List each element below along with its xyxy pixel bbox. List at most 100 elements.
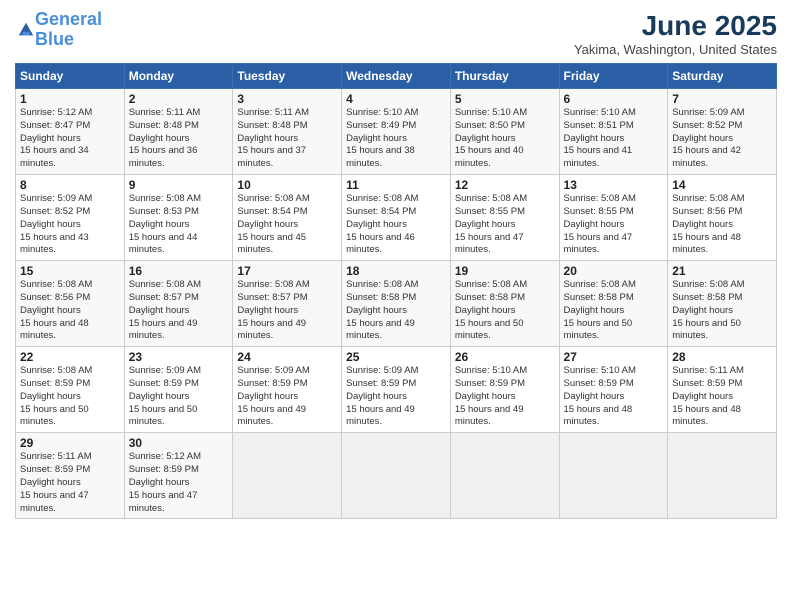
cell-week2-day2: 9 Sunrise: 5:08 AM Sunset: 8:53 PM Dayli… <box>124 175 233 261</box>
day-info: Sunrise: 5:08 AM Sunset: 8:54 PM Dayligh… <box>237 193 337 257</box>
cell-week1-day6: 6 Sunrise: 5:10 AM Sunset: 8:51 PM Dayli… <box>559 89 668 175</box>
day-number: 1 <box>20 92 120 106</box>
cell-week3-day7: 21 Sunrise: 5:08 AM Sunset: 8:58 PM Dayl… <box>668 261 777 347</box>
day-number: 22 <box>20 350 120 364</box>
day-number: 29 <box>20 436 120 450</box>
general-blue-logo-icon <box>17 21 35 39</box>
day-number: 18 <box>346 264 446 278</box>
cell-week3-day4: 18 Sunrise: 5:08 AM Sunset: 8:58 PM Dayl… <box>342 261 451 347</box>
logo-text: General Blue <box>35 10 102 50</box>
cell-week5-day2: 30 Sunrise: 5:12 AM Sunset: 8:59 PM Dayl… <box>124 433 233 519</box>
week-row-4: 22 Sunrise: 5:08 AM Sunset: 8:59 PM Dayl… <box>16 347 777 433</box>
day-number: 14 <box>672 178 772 192</box>
cell-week2-day4: 11 Sunrise: 5:08 AM Sunset: 8:54 PM Dayl… <box>342 175 451 261</box>
cell-week4-day5: 26 Sunrise: 5:10 AM Sunset: 8:59 PM Dayl… <box>450 347 559 433</box>
col-friday: Friday <box>559 64 668 89</box>
day-number: 5 <box>455 92 555 106</box>
day-info: Sunrise: 5:10 AM Sunset: 8:51 PM Dayligh… <box>564 107 664 171</box>
cell-week2-day5: 12 Sunrise: 5:08 AM Sunset: 8:55 PM Dayl… <box>450 175 559 261</box>
day-number: 26 <box>455 350 555 364</box>
day-number: 4 <box>346 92 446 106</box>
cell-week1-day1: 1 Sunrise: 5:12 AM Sunset: 8:47 PM Dayli… <box>16 89 125 175</box>
day-info: Sunrise: 5:08 AM Sunset: 8:58 PM Dayligh… <box>455 279 555 343</box>
week-row-5: 29 Sunrise: 5:11 AM Sunset: 8:59 PM Dayl… <box>16 433 777 519</box>
day-number: 7 <box>672 92 772 106</box>
cell-week1-day5: 5 Sunrise: 5:10 AM Sunset: 8:50 PM Dayli… <box>450 89 559 175</box>
day-number: 13 <box>564 178 664 192</box>
cell-week3-day6: 20 Sunrise: 5:08 AM Sunset: 8:58 PM Dayl… <box>559 261 668 347</box>
day-info: Sunrise: 5:08 AM Sunset: 8:53 PM Dayligh… <box>129 193 229 257</box>
month-year: June 2025 <box>574 10 777 42</box>
day-info: Sunrise: 5:10 AM Sunset: 8:49 PM Dayligh… <box>346 107 446 171</box>
cell-week4-day4: 25 Sunrise: 5:09 AM Sunset: 8:59 PM Dayl… <box>342 347 451 433</box>
day-number: 17 <box>237 264 337 278</box>
cell-week3-day5: 19 Sunrise: 5:08 AM Sunset: 8:58 PM Dayl… <box>450 261 559 347</box>
day-info: Sunrise: 5:08 AM Sunset: 8:56 PM Dayligh… <box>672 193 772 257</box>
day-number: 27 <box>564 350 664 364</box>
day-number: 21 <box>672 264 772 278</box>
day-number: 6 <box>564 92 664 106</box>
day-number: 15 <box>20 264 120 278</box>
header-row: Sunday Monday Tuesday Wednesday Thursday… <box>16 64 777 89</box>
col-saturday: Saturday <box>668 64 777 89</box>
logo-line1: General <box>35 9 102 29</box>
cell-week5-day4 <box>342 433 451 519</box>
day-info: Sunrise: 5:09 AM Sunset: 8:52 PM Dayligh… <box>672 107 772 171</box>
col-sunday: Sunday <box>16 64 125 89</box>
cell-week5-day1: 29 Sunrise: 5:11 AM Sunset: 8:59 PM Dayl… <box>16 433 125 519</box>
day-info: Sunrise: 5:09 AM Sunset: 8:59 PM Dayligh… <box>237 365 337 429</box>
day-info: Sunrise: 5:12 AM Sunset: 8:47 PM Dayligh… <box>20 107 120 171</box>
cell-week5-day6 <box>559 433 668 519</box>
day-info: Sunrise: 5:11 AM Sunset: 8:48 PM Dayligh… <box>129 107 229 171</box>
cell-week5-day7 <box>668 433 777 519</box>
day-number: 3 <box>237 92 337 106</box>
cell-week2-day1: 8 Sunrise: 5:09 AM Sunset: 8:52 PM Dayli… <box>16 175 125 261</box>
calendar: Sunday Monday Tuesday Wednesday Thursday… <box>15 63 777 519</box>
day-number: 20 <box>564 264 664 278</box>
col-tuesday: Tuesday <box>233 64 342 89</box>
page: General Blue June 2025 Yakima, Washingto… <box>0 0 792 612</box>
cell-week3-day2: 16 Sunrise: 5:08 AM Sunset: 8:57 PM Dayl… <box>124 261 233 347</box>
cell-week4-day7: 28 Sunrise: 5:11 AM Sunset: 8:59 PM Dayl… <box>668 347 777 433</box>
col-thursday: Thursday <box>450 64 559 89</box>
day-info: Sunrise: 5:08 AM Sunset: 8:54 PM Dayligh… <box>346 193 446 257</box>
day-number: 9 <box>129 178 229 192</box>
cell-week1-day3: 3 Sunrise: 5:11 AM Sunset: 8:48 PM Dayli… <box>233 89 342 175</box>
day-info: Sunrise: 5:12 AM Sunset: 8:59 PM Dayligh… <box>129 451 229 515</box>
calendar-body: 1 Sunrise: 5:12 AM Sunset: 8:47 PM Dayli… <box>16 89 777 519</box>
day-info: Sunrise: 5:08 AM Sunset: 8:56 PM Dayligh… <box>20 279 120 343</box>
cell-week5-day5 <box>450 433 559 519</box>
cell-week1-day2: 2 Sunrise: 5:11 AM Sunset: 8:48 PM Dayli… <box>124 89 233 175</box>
day-number: 10 <box>237 178 337 192</box>
day-info: Sunrise: 5:10 AM Sunset: 8:59 PM Dayligh… <box>455 365 555 429</box>
week-row-3: 15 Sunrise: 5:08 AM Sunset: 8:56 PM Dayl… <box>16 261 777 347</box>
day-number: 12 <box>455 178 555 192</box>
day-info: Sunrise: 5:08 AM Sunset: 8:55 PM Dayligh… <box>455 193 555 257</box>
day-number: 16 <box>129 264 229 278</box>
logo-line2: Blue <box>35 29 74 49</box>
day-info: Sunrise: 5:10 AM Sunset: 8:59 PM Dayligh… <box>564 365 664 429</box>
cell-week4-day6: 27 Sunrise: 5:10 AM Sunset: 8:59 PM Dayl… <box>559 347 668 433</box>
day-info: Sunrise: 5:08 AM Sunset: 8:59 PM Dayligh… <box>20 365 120 429</box>
day-number: 25 <box>346 350 446 364</box>
cell-week2-day7: 14 Sunrise: 5:08 AM Sunset: 8:56 PM Dayl… <box>668 175 777 261</box>
cell-week3-day1: 15 Sunrise: 5:08 AM Sunset: 8:56 PM Dayl… <box>16 261 125 347</box>
col-monday: Monday <box>124 64 233 89</box>
cell-week4-day2: 23 Sunrise: 5:09 AM Sunset: 8:59 PM Dayl… <box>124 347 233 433</box>
day-info: Sunrise: 5:09 AM Sunset: 8:59 PM Dayligh… <box>129 365 229 429</box>
day-number: 2 <box>129 92 229 106</box>
location: Yakima, Washington, United States <box>574 42 777 57</box>
day-number: 28 <box>672 350 772 364</box>
day-info: Sunrise: 5:11 AM Sunset: 8:48 PM Dayligh… <box>237 107 337 171</box>
cell-week1-day7: 7 Sunrise: 5:09 AM Sunset: 8:52 PM Dayli… <box>668 89 777 175</box>
cell-week2-day6: 13 Sunrise: 5:08 AM Sunset: 8:55 PM Dayl… <box>559 175 668 261</box>
week-row-1: 1 Sunrise: 5:12 AM Sunset: 8:47 PM Dayli… <box>16 89 777 175</box>
day-number: 24 <box>237 350 337 364</box>
day-info: Sunrise: 5:09 AM Sunset: 8:59 PM Dayligh… <box>346 365 446 429</box>
cell-week2-day3: 10 Sunrise: 5:08 AM Sunset: 8:54 PM Dayl… <box>233 175 342 261</box>
cell-week1-day4: 4 Sunrise: 5:10 AM Sunset: 8:49 PM Dayli… <box>342 89 451 175</box>
day-info: Sunrise: 5:08 AM Sunset: 8:55 PM Dayligh… <box>564 193 664 257</box>
day-info: Sunrise: 5:08 AM Sunset: 8:57 PM Dayligh… <box>237 279 337 343</box>
logo: General Blue <box>15 10 102 50</box>
day-number: 23 <box>129 350 229 364</box>
